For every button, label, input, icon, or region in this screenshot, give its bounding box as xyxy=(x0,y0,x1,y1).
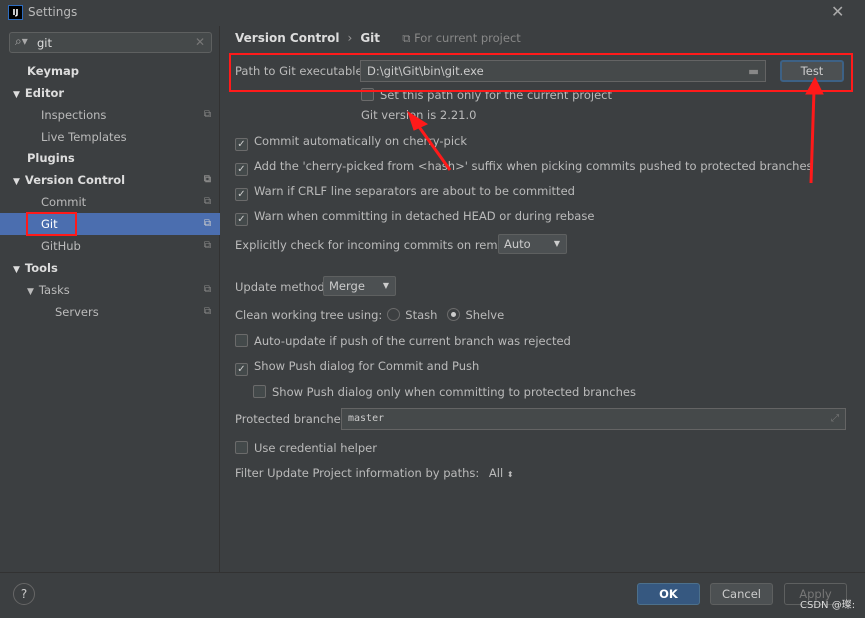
annotation-arrowhead-test xyxy=(805,76,824,95)
annotation-arrow-version xyxy=(415,123,452,171)
annotation-arrow-test xyxy=(809,89,816,184)
annotation-arrowhead-version xyxy=(407,110,429,131)
annotation-arrows xyxy=(407,76,824,184)
